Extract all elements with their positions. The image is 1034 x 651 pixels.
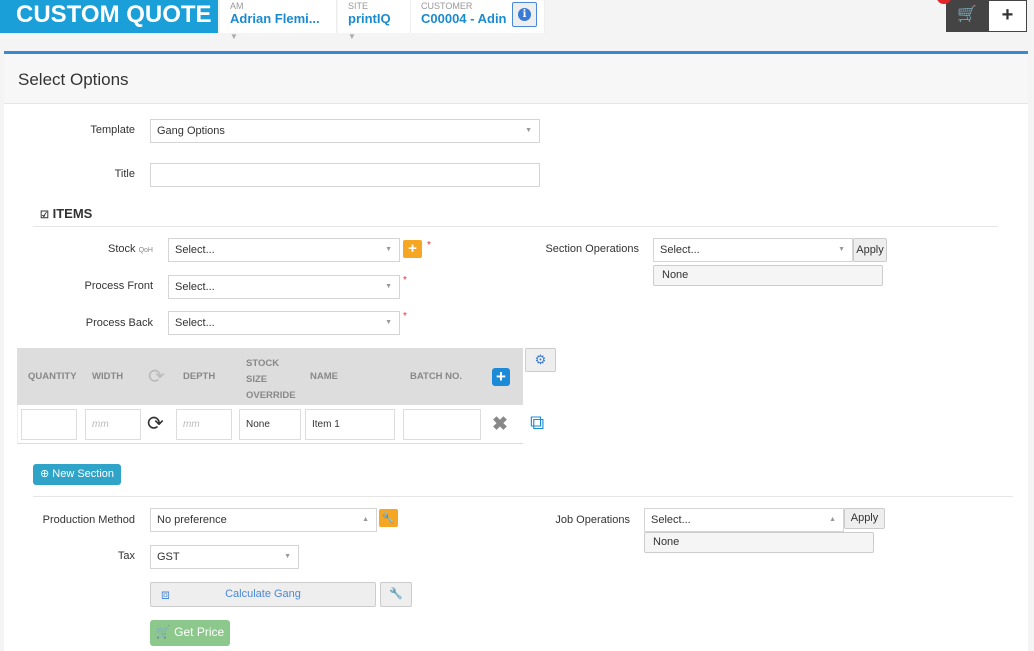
section-ops-label: Section Operations — [545, 243, 639, 255]
job-ops-apply-button[interactable]: Apply — [844, 508, 885, 529]
gear-icon: ⚙ — [534, 352, 547, 367]
gang-icon: ⧈ — [161, 586, 170, 602]
tax-select[interactable]: GST ▼ — [150, 545, 299, 569]
am-label: AM — [230, 1, 244, 11]
template-select[interactable]: Gang Options ▼ — [150, 119, 540, 143]
col-quantity: QUANTITY — [28, 371, 77, 382]
chevron-down-icon: ▼ — [385, 319, 392, 326]
required-marker: * — [427, 240, 431, 251]
tax-label: Tax — [117, 550, 135, 562]
divider — [33, 496, 1013, 497]
divider — [33, 226, 998, 227]
info-button[interactable]: i — [512, 2, 537, 27]
info-icon: i — [518, 8, 531, 21]
add-button[interactable]: + — [988, 0, 1027, 32]
stock-size-select[interactable]: None — [239, 409, 301, 440]
title-label: Title — [114, 168, 135, 180]
chevron-down-icon: ▼ — [284, 553, 291, 560]
col-stock-size-override: STOCK SIZE OVERRIDE — [246, 358, 296, 401]
cart-button[interactable]: 🛒 — [946, 0, 988, 32]
stock-select[interactable]: Select... ▼ — [168, 238, 400, 262]
new-section-button[interactable]: ⊕ New Section ▼ — [33, 464, 121, 499]
process-back-select[interactable]: Select... ▼ — [168, 311, 400, 335]
get-price-button[interactable]: 🛒 Get Price — [150, 620, 230, 646]
wrench-icon: 🔧 — [381, 513, 396, 525]
delete-row-icon[interactable]: ✖ — [492, 413, 508, 436]
wrench-icon: 🔧 — [389, 588, 403, 600]
section-ops-select[interactable]: Select... ▼ — [653, 238, 853, 262]
edit-icon: ☑ — [40, 210, 49, 221]
job-ops-label: Job Operations — [555, 514, 630, 526]
am-value: Adrian Flemi... — [230, 11, 320, 26]
name-input[interactable]: Item 1 — [305, 409, 395, 440]
batch-input[interactable] — [403, 409, 481, 440]
title-input[interactable] — [150, 163, 540, 187]
chevron-up-icon: ▲ — [829, 516, 836, 523]
production-method-select[interactable]: No preference ▲ — [150, 508, 377, 532]
width-input[interactable]: mm — [85, 409, 141, 440]
process-front-label: Process Front — [84, 280, 153, 292]
template-value: Gang Options — [157, 125, 225, 137]
quantity-input[interactable] — [21, 409, 77, 440]
chevron-down-icon: ▼ — [385, 246, 392, 253]
depth-input[interactable]: mm — [176, 409, 232, 440]
site-label: SITE — [348, 1, 369, 11]
calculate-gang-button[interactable]: ⧈ Calculate Gang — [150, 582, 376, 607]
page-title: Select Options — [4, 54, 1028, 104]
am-selector[interactable]: AM Adrian Flemi... ▼ — [220, 0, 337, 41]
col-batch: BATCH NO. — [410, 371, 463, 382]
col-name: NAME — [310, 371, 338, 382]
chevron-up-icon: ▲ — [362, 516, 369, 523]
job-ops-selected[interactable]: None — [644, 532, 874, 553]
chevron-down-icon: ▼ — [838, 246, 845, 253]
production-wrench-button[interactable]: 🔧 — [379, 509, 398, 527]
process-front-select[interactable]: Select... ▼ — [168, 275, 400, 299]
process-back-label: Process Back — [85, 317, 153, 329]
required-marker: * — [403, 275, 407, 286]
cart-icon: 🛒 — [957, 6, 977, 23]
swap-icon[interactable]: ⟳ — [148, 364, 165, 389]
section-ops-apply-button[interactable]: Apply — [853, 238, 887, 262]
required-marker: * — [403, 311, 407, 322]
cart-icon: 🛒 — [155, 625, 171, 639]
job-ops-select[interactable]: Select... ▲ — [644, 508, 844, 532]
add-row-button[interactable]: + — [492, 368, 510, 386]
chevron-down-icon: ▼ — [385, 283, 392, 290]
production-method-label: Production Method — [42, 514, 135, 526]
copy-icon[interactable]: ⧉ — [530, 412, 544, 435]
site-value: printIQ — [348, 11, 391, 26]
chevron-down-icon: ▼ — [348, 32, 356, 41]
settings-button[interactable]: ⚙ — [525, 348, 556, 372]
items-heading: ☑ ITEMS — [40, 206, 93, 221]
section-ops-selected[interactable]: None — [653, 265, 883, 286]
chevron-down-icon: ▼ — [525, 127, 532, 134]
col-width: WIDTH — [92, 371, 124, 382]
app-brand: CUSTOM QUOTE — [0, 0, 218, 33]
site-selector[interactable]: SITE printIQ ▼ — [338, 0, 411, 41]
col-depth: DEPTH — [183, 371, 216, 382]
gang-settings-button[interactable]: 🔧 — [380, 582, 412, 607]
rotate-icon[interactable]: ⟳ — [147, 411, 164, 436]
add-stock-button[interactable]: + — [403, 240, 422, 258]
plus-circle-icon: ⊕ — [40, 468, 50, 480]
template-label: Template — [90, 124, 135, 136]
stock-label: Stock QoH — [108, 243, 153, 255]
chevron-down-icon: ▼ — [230, 32, 238, 41]
